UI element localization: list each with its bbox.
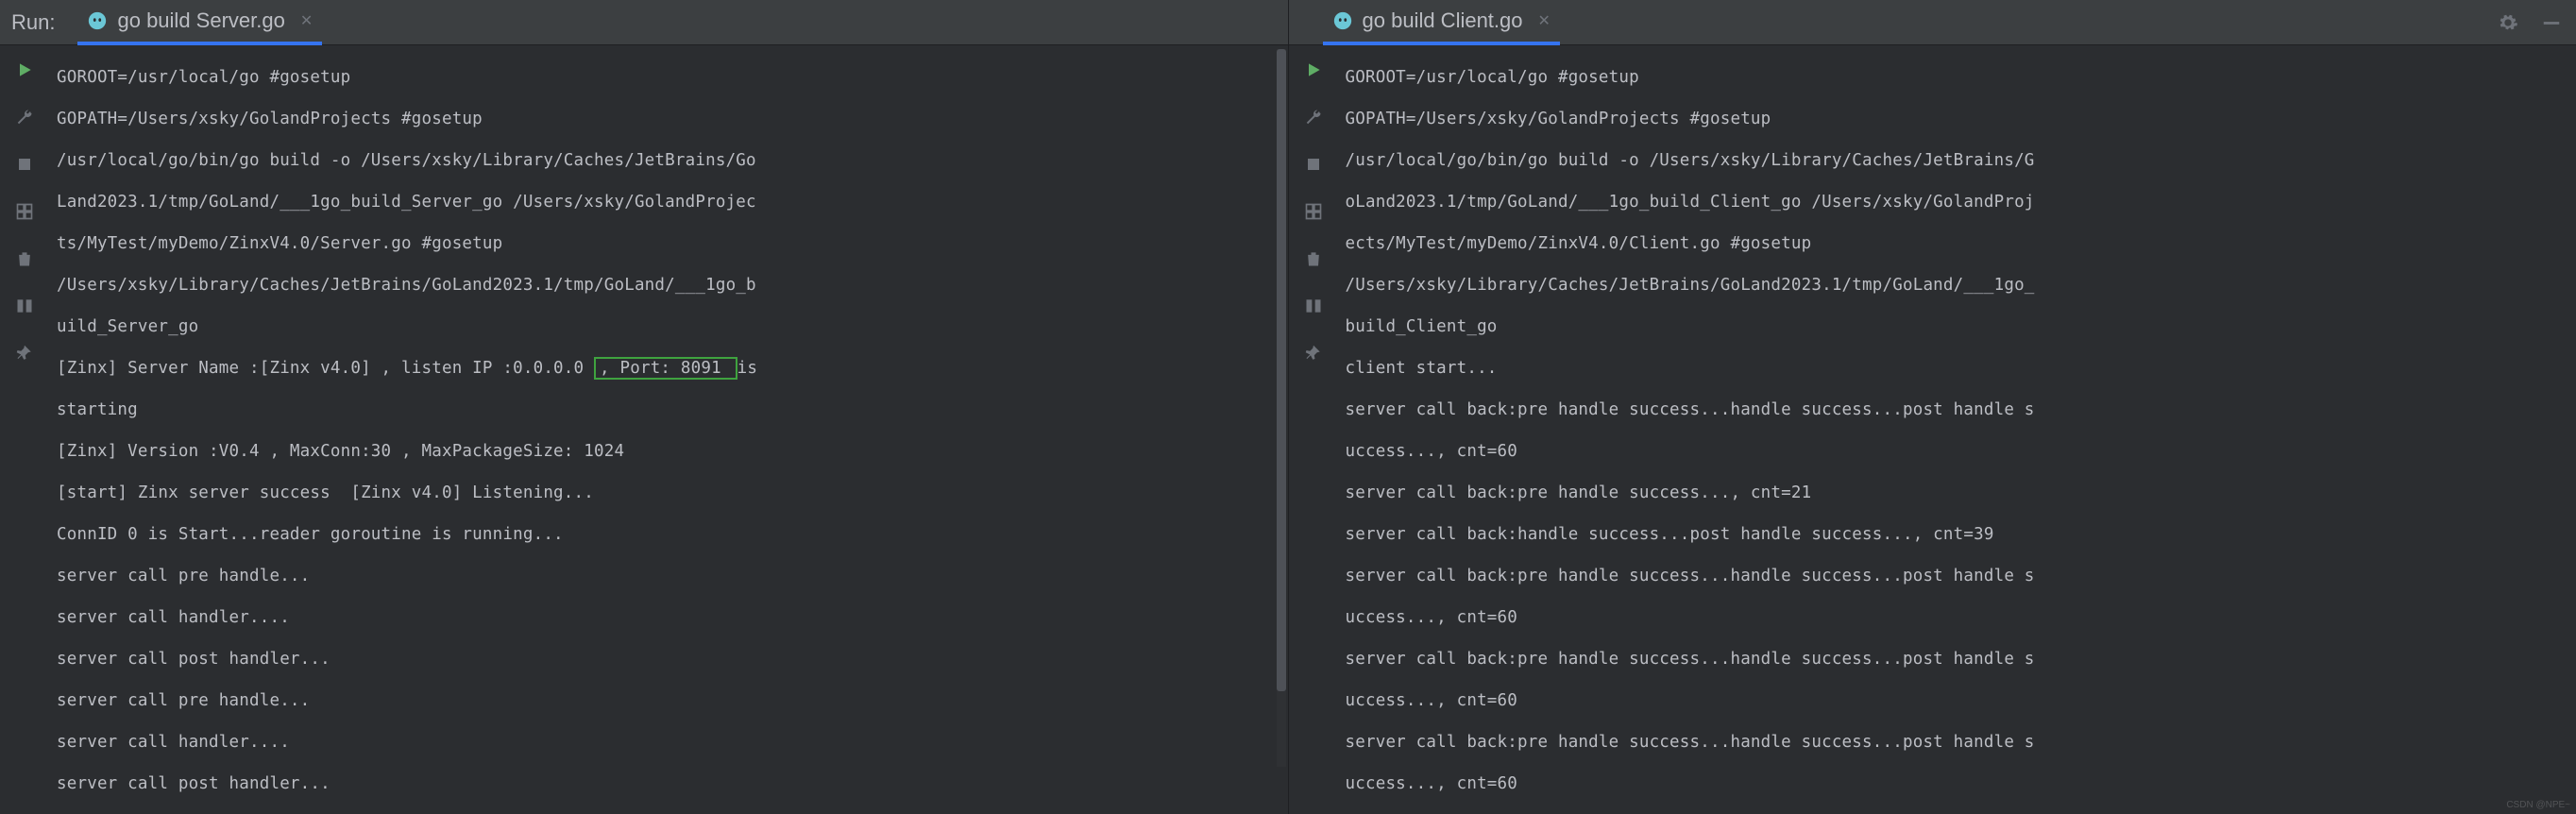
scroll-thumb[interactable] (1277, 49, 1286, 691)
trash-icon[interactable] (11, 246, 38, 272)
console-line: ects/MyTest/myDemo/ZinxV4.0/Client.go #g… (1346, 223, 2569, 264)
console-line: server call post handler... (57, 638, 1280, 680)
console-line: uccess..., cnt=60 (1346, 431, 2569, 472)
console-line: ConnID 0 is Start...reader goroutine is … (57, 514, 1280, 555)
close-icon[interactable]: ✕ (300, 11, 313, 30)
console-line: ts/MyTest/myDemo/ZinxV4.0/Server.go #gos… (57, 223, 1280, 264)
console-line: server call pre handle... (57, 805, 1280, 814)
console-line: uild_Server_go (57, 306, 1280, 348)
console-line: server call back:handle success...post h… (1346, 514, 2569, 555)
scrollbar-left[interactable] (1277, 49, 1286, 767)
console-line: /Users/xsky/Library/Caches/JetBrains/GoL… (57, 264, 1280, 306)
right-tools (2495, 0, 2565, 45)
console-line: build_Client_go (1346, 306, 2569, 348)
console-line: GOROOT=/usr/local/go #gosetup (1346, 57, 2569, 98)
console-line: server call post handler... (57, 763, 1280, 805)
go-icon (87, 10, 108, 31)
console-line: uccess..., cnt=60 (1346, 597, 2569, 638)
console-output-right[interactable]: GOROOT=/usr/local/go #gosetupGOPATH=/Use… (1338, 45, 2576, 814)
tab-title: go build Server.go (117, 8, 284, 33)
wrench-icon[interactable] (1300, 104, 1327, 130)
wrench-icon[interactable] (11, 104, 38, 130)
toolbar-right (1289, 45, 1338, 814)
stop-button[interactable] (1300, 151, 1327, 178)
trash-icon[interactable] (1300, 246, 1327, 272)
console-line: server call back:pre handle success...ha… (1346, 638, 2569, 680)
watermark: CSDN @NPE~ (2506, 800, 2570, 810)
run-label: Run: (11, 10, 55, 35)
console-line: GOPATH=/Users/xsky/GolandProjects #goset… (57, 98, 1280, 140)
console-line: server call pre handle... (57, 680, 1280, 721)
console-line: GOROOT=/usr/local/go #gosetup (57, 57, 1280, 98)
columns-icon[interactable] (1300, 293, 1327, 319)
console-line: uccess..., cnt=60 (1346, 680, 2569, 721)
console-line: starting (57, 389, 1280, 431)
port-highlight: , Port: 8091 (594, 357, 737, 380)
console-line: [Zinx] Server Name :[Zinx v4.0] , listen… (57, 348, 1280, 389)
console-line: server call back:pre handle success...ha… (1346, 555, 2569, 597)
console-line: server call back:pre handle success...ha… (1346, 721, 2569, 763)
pin-icon[interactable] (11, 340, 38, 366)
right-pane: go build Client.go ✕ GOROOT=/usr/local/g… (1289, 0, 2576, 814)
console-line: [start] Zinx server success [Zinx v4.0] … (57, 472, 1280, 514)
tab-title: go build Client.go (1363, 8, 1523, 33)
console-line: /Users/xsky/Library/Caches/JetBrains/GoL… (1346, 264, 2569, 306)
console-line: Land2023.1/tmp/GoLand/___1go_build_Serve… (57, 181, 1280, 223)
console-line: server call back:pre handle success...ha… (1346, 389, 2569, 431)
console-line: client start... (1346, 348, 2569, 389)
console-line: /usr/local/go/bin/go build -o /Users/xsk… (1346, 140, 2569, 181)
tab-server[interactable]: go build Server.go ✕ (77, 0, 322, 45)
stop-button[interactable] (11, 151, 38, 178)
close-icon[interactable]: ✕ (1538, 11, 1551, 30)
console-line: server call handler.... (57, 721, 1280, 763)
go-icon (1332, 10, 1353, 31)
columns-icon[interactable] (11, 293, 38, 319)
rerun-button[interactable] (11, 57, 38, 83)
pane-body-right: GOROOT=/usr/local/go #gosetupGOPATH=/Use… (1289, 45, 2576, 814)
pane-body-left: GOROOT=/usr/local/go #gosetupGOPATH=/Use… (0, 45, 1288, 814)
console-line: uccess..., cnt=60 (1346, 763, 2569, 805)
minimize-icon[interactable] (2538, 9, 2565, 36)
tab-client[interactable]: go build Client.go ✕ (1323, 0, 1560, 45)
console-line: GOPATH=/Users/xsky/GolandProjects #goset… (1346, 98, 2569, 140)
console-line: server call back:pre handle success..., … (1346, 472, 2569, 514)
console-output-left[interactable]: GOROOT=/usr/local/go #gosetupGOPATH=/Use… (49, 45, 1288, 814)
pin-icon[interactable] (1300, 340, 1327, 366)
left-pane: Run: go build Server.go ✕ GOROOT=/usr/lo… (0, 0, 1289, 814)
run-tool-window: Run: go build Server.go ✕ GOROOT=/usr/lo… (0, 0, 2576, 814)
tab-bar-right: go build Client.go ✕ (1289, 0, 2576, 45)
layout-icon[interactable] (11, 198, 38, 225)
console-line: server call pre handle... (57, 555, 1280, 597)
console-line: /usr/local/go/bin/go build -o /Users/xsk… (57, 140, 1280, 181)
console-line: server call handler.... (57, 597, 1280, 638)
layout-icon[interactable] (1300, 198, 1327, 225)
console-line: oLand2023.1/tmp/GoLand/___1go_build_Clie… (1346, 181, 2569, 223)
toolbar-left (0, 45, 49, 814)
rerun-button[interactable] (1300, 57, 1327, 83)
tab-bar-left: Run: go build Server.go ✕ (0, 0, 1288, 45)
console-line: [Zinx] Version :V0.4 , MaxConn:30 , MaxP… (57, 431, 1280, 472)
gear-icon[interactable] (2495, 9, 2521, 36)
